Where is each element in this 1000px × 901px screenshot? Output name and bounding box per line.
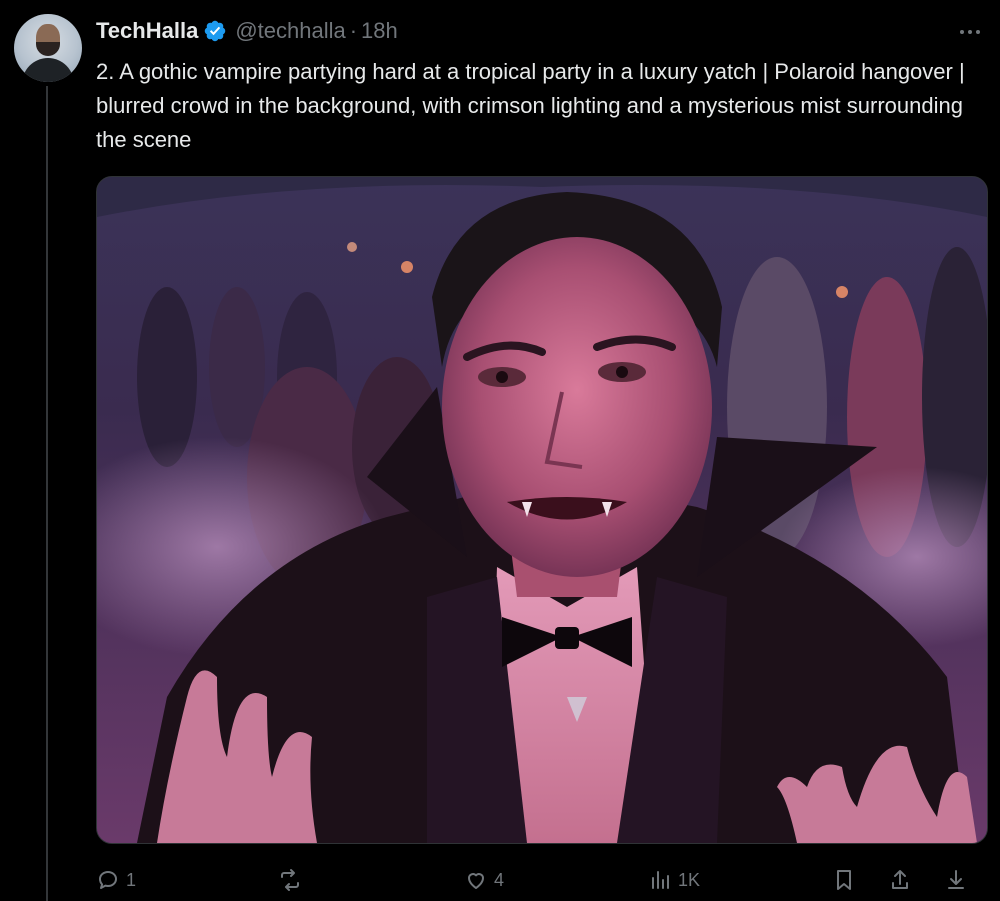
views-button[interactable]: 1K	[648, 862, 700, 898]
avatar-beard	[36, 42, 60, 56]
verified-badge-icon[interactable]	[203, 19, 227, 43]
pupil-left	[496, 371, 508, 383]
more-dot	[968, 30, 972, 34]
views-icon	[652, 871, 669, 889]
bokeh-light	[347, 242, 357, 252]
separator-dot: ·	[349, 18, 358, 43]
vampire-party-photo	[97, 177, 987, 843]
avatar-shoulders	[22, 58, 74, 82]
pupil-right	[616, 366, 628, 378]
tweet-text: 2. A gothic vampire partying hard at a t…	[96, 59, 965, 152]
download-button[interactable]	[944, 862, 968, 898]
display-name[interactable]: TechHalla	[96, 18, 198, 44]
retweet-icon	[281, 869, 299, 891]
bow-tie-knot	[555, 627, 579, 649]
download-icon	[948, 870, 964, 889]
vampire-face	[442, 237, 712, 577]
bokeh-light	[836, 286, 848, 298]
more-dot	[976, 30, 980, 34]
reply-button[interactable]: 1	[96, 862, 136, 898]
more-dot	[960, 30, 964, 34]
views-count: 1K	[678, 869, 701, 890]
reply-icon	[99, 871, 117, 889]
bookmark-button[interactable]	[832, 862, 856, 898]
retweet-button[interactable]	[278, 862, 308, 898]
tweet-media-image[interactable]	[96, 176, 988, 844]
more-options-icon[interactable]	[953, 20, 987, 44]
handle[interactable]: @techhalla	[235, 18, 345, 44]
avatar[interactable]	[14, 14, 82, 82]
like-button[interactable]: 4	[464, 862, 504, 898]
like-count: 4	[494, 869, 505, 890]
bookmark-icon	[837, 870, 851, 890]
timestamp[interactable]: 18h	[361, 18, 398, 44]
thread-line	[46, 86, 48, 901]
tweet-header: TechHalla @techhalla · 18h	[96, 16, 398, 46]
action-bar: 1 4 1K	[96, 862, 986, 898]
share-button[interactable]	[888, 862, 912, 898]
share-icon	[892, 870, 908, 889]
bokeh-light	[401, 261, 413, 273]
reply-count: 1	[126, 869, 137, 890]
heart-icon	[468, 873, 484, 889]
tweet[interactable]: TechHalla @techhalla · 18h 2. A gothic v…	[0, 0, 1000, 901]
